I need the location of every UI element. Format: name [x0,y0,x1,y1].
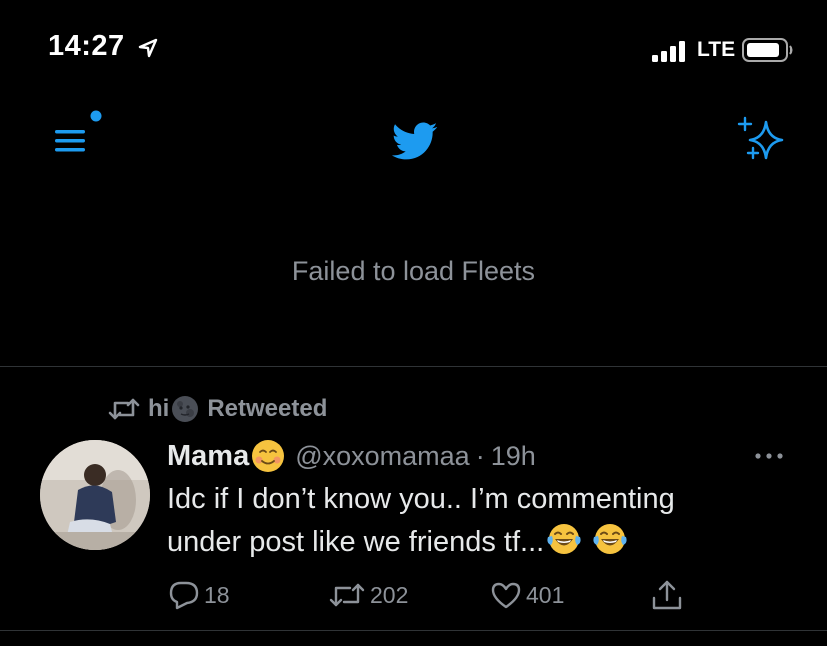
more-options-button[interactable] [752,446,786,466]
reply-icon [169,581,199,610]
like-button[interactable]: 401 [490,578,564,612]
retweeted-label: Retweeted [207,395,328,422]
tweet-body: Idc if I don’t know you.. I’m commenting… [167,478,787,564]
sparkle-button[interactable] [736,116,790,166]
battery-icon [742,38,793,62]
retweeter-name: hi [148,395,170,422]
like-count: 401 [526,581,565,608]
profile-photo-icon [40,440,150,550]
heart-icon [491,582,521,609]
reply-button[interactable]: 18 [168,578,230,612]
avatar[interactable] [40,440,150,550]
tweet-timestamp[interactable]: 19h [491,441,536,472]
network-type: LTE [697,38,736,61]
sparkle-icon [737,116,784,160]
tweet-text-line: under post like we friends tf... [167,521,787,564]
tweet-text-segment: under post like we friends tf... [167,526,545,558]
signal-bars-icon [652,41,685,62]
retweet-icon [329,583,365,607]
menu-icon [55,110,102,152]
tears-of-joy-emoji-icon [593,524,627,554]
retweet-context[interactable]: hi Retweeted [108,393,327,425]
more-dots-icon [755,453,783,459]
retweet-icon [108,398,140,420]
tweet-header: Mama @xoxomamaa · 19h [167,436,536,476]
divider [0,366,827,367]
tears-of-joy-emoji-icon [547,524,581,554]
status-bar: 14:27 LTE [0,0,827,100]
tweet-text-line: Idc if I don’t know you.. I’m commenting [167,483,675,515]
menu-button[interactable] [52,108,104,158]
reply-count: 18 [204,581,230,608]
location-arrow-icon [138,38,158,58]
display-name[interactable]: Mama [167,440,249,473]
divider [0,630,827,631]
separator-dot: · [475,440,485,471]
smiling-face-emoji-icon [252,440,285,472]
share-button[interactable] [650,578,684,612]
new-moon-face-emoji-icon [172,396,199,422]
status-time: 14:27 [48,30,125,62]
retweet-button[interactable]: 202 [328,578,408,612]
twitter-bird-icon [391,122,438,160]
fleets-error-message: Failed to load Fleets [291,256,536,286]
share-icon [652,580,682,610]
retweet-count: 202 [370,581,409,608]
user-handle[interactable]: @xoxomamaa [295,441,469,472]
